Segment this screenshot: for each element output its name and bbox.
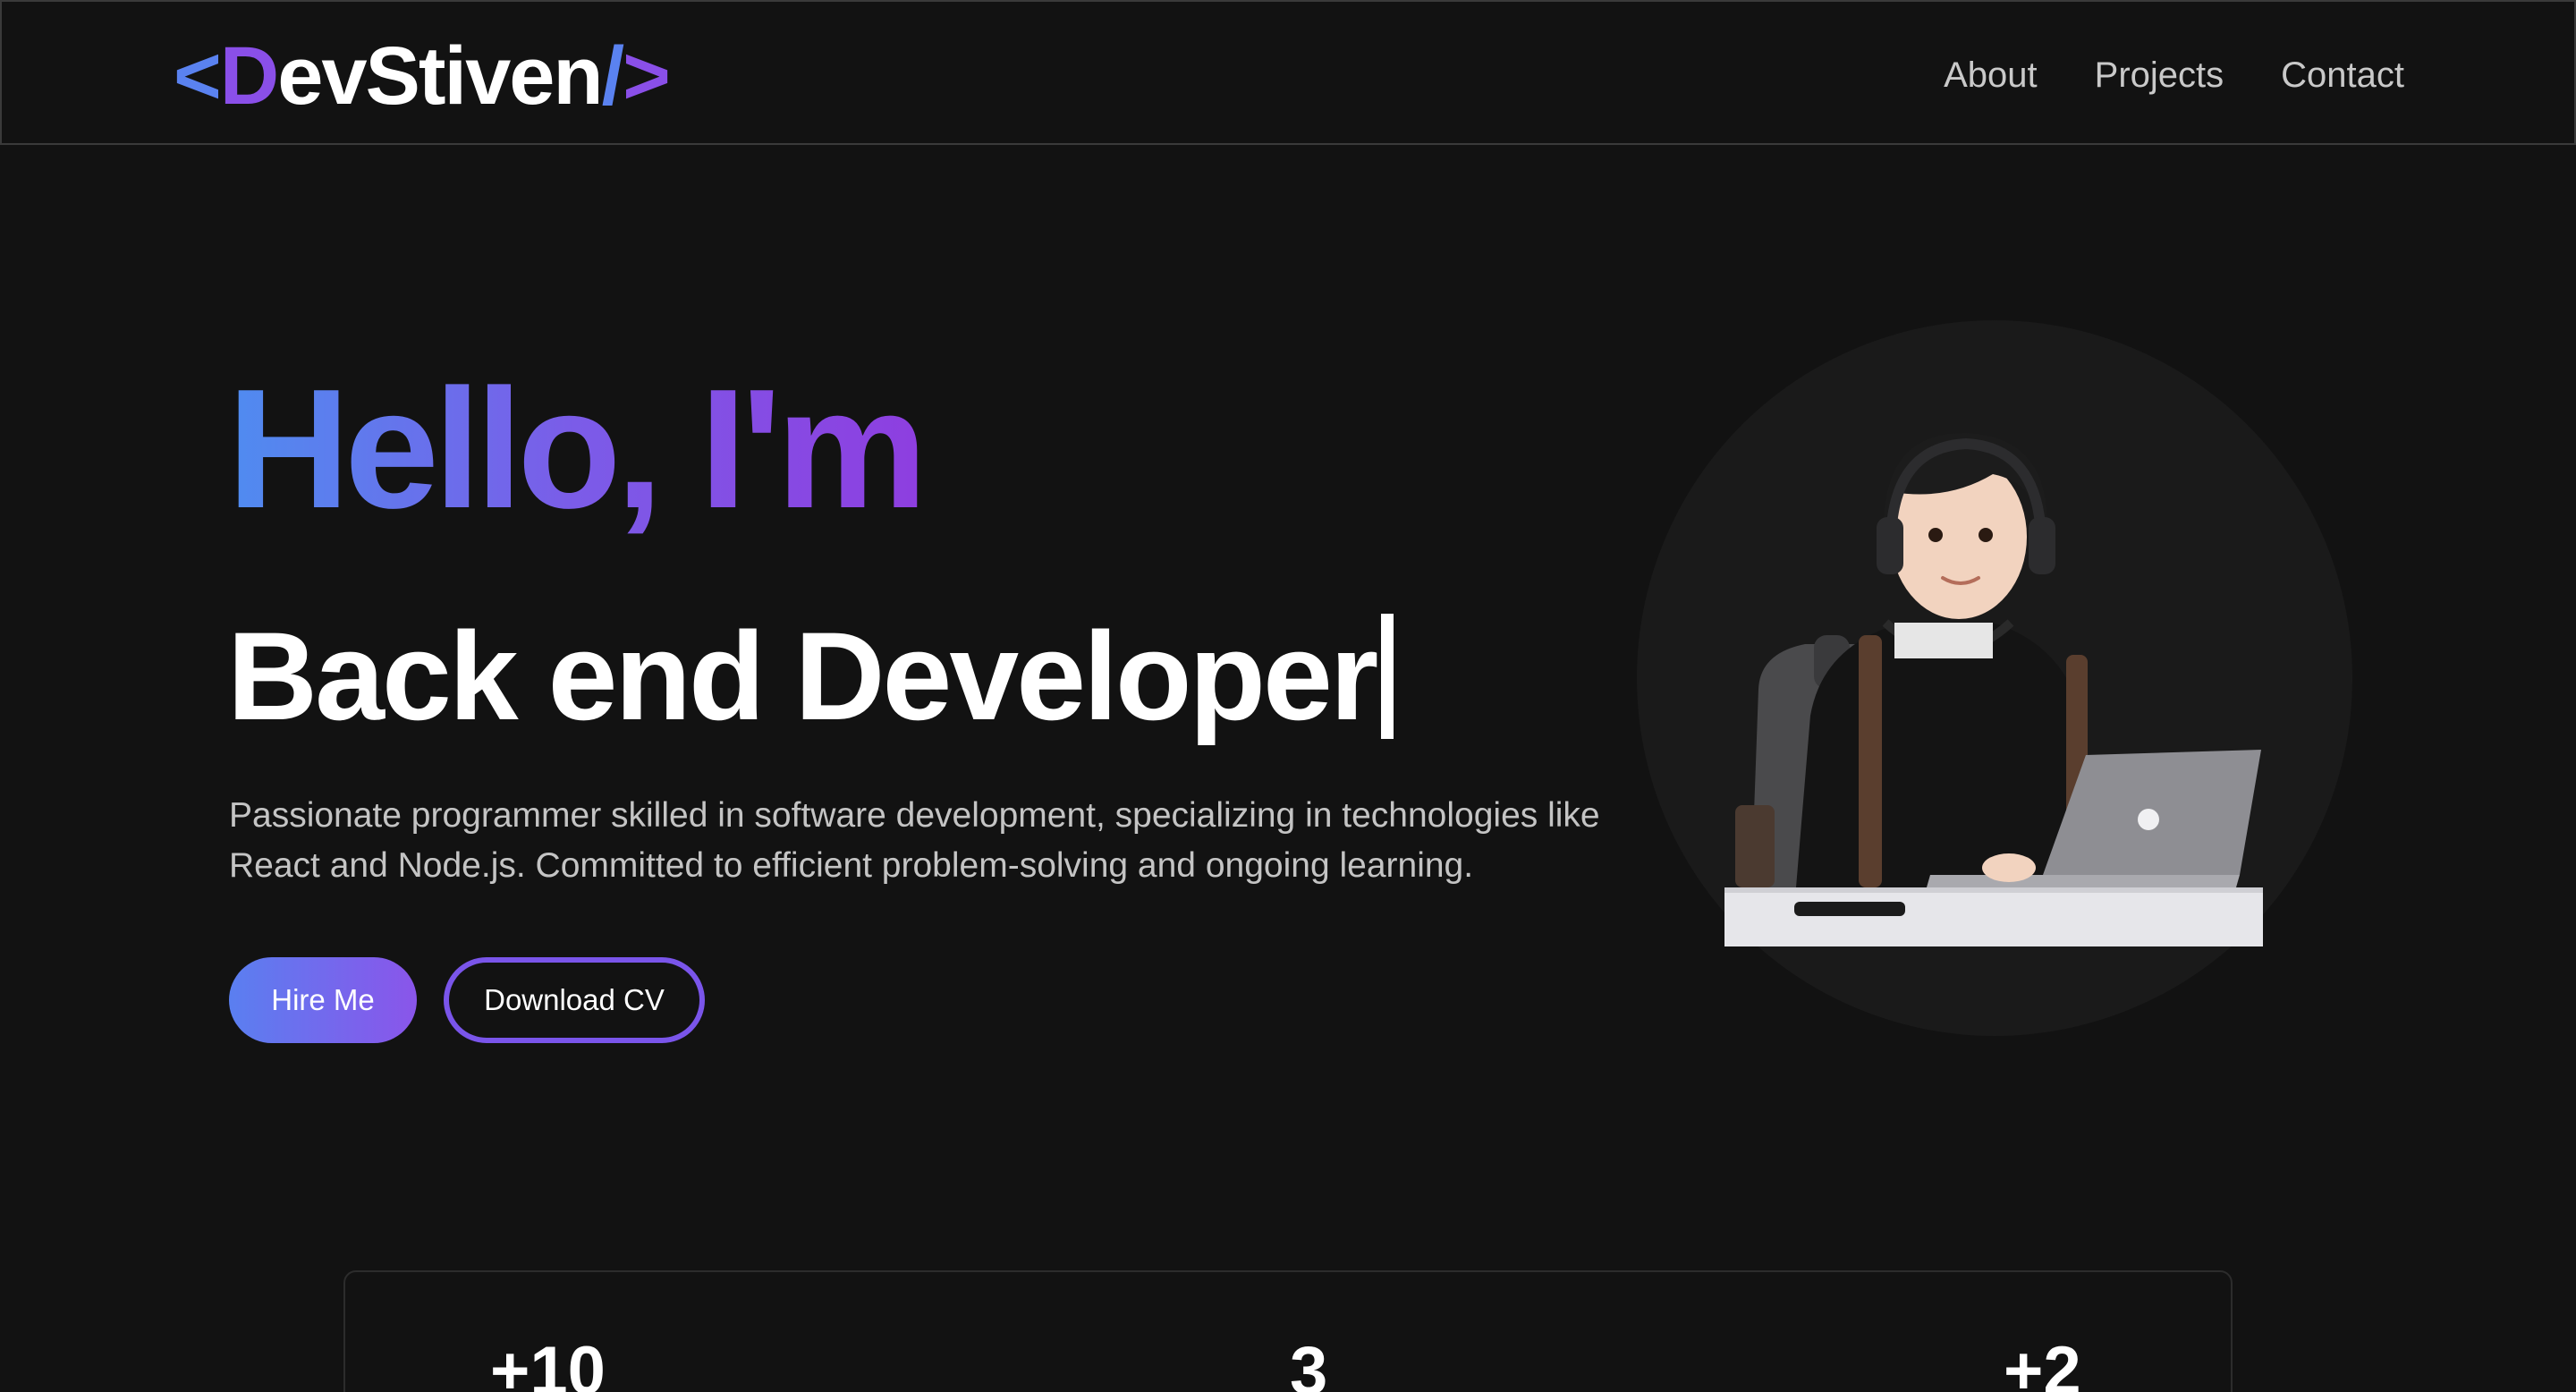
- logo-name: evStiven: [277, 30, 603, 122]
- logo-bracket-open: <: [174, 30, 222, 122]
- nav-link-projects[interactable]: Projects: [2095, 50, 2224, 100]
- typing-cursor: [1381, 614, 1394, 739]
- logo-accent-letter: D: [219, 30, 279, 122]
- developer-avatar-illustration: [1724, 432, 2263, 946]
- hero-description: Passionate programmer skilled in softwar…: [229, 796, 1600, 885]
- nav-link-about[interactable]: About: [1944, 50, 2038, 100]
- logo-slash: /: [601, 30, 625, 122]
- site-header: <DevStiven/> About Projects Contact: [0, 0, 2576, 145]
- hero-role-text: Back end Developer: [227, 606, 1378, 746]
- nav-link-contact[interactable]: Contact: [2281, 50, 2404, 100]
- stat-value: 3: [1290, 1333, 1328, 1392]
- logo-bracket-close: >: [623, 30, 671, 122]
- hero-greeting: Hello, I'm: [227, 351, 928, 547]
- hero-role: Back end Developer: [227, 605, 1394, 748]
- portfolio-page: <DevStiven/> About Projects Contact Hell…: [0, 0, 2576, 1392]
- stats-card: +10 3 +2: [343, 1270, 2233, 1392]
- site-logo[interactable]: <DevStiven/>: [174, 27, 671, 125]
- download-cv-button[interactable]: Download CV: [444, 957, 705, 1043]
- main-nav: About Projects Contact: [1944, 50, 2404, 100]
- hire-me-button[interactable]: Hire Me: [229, 957, 417, 1043]
- stat-value: +10: [490, 1333, 606, 1392]
- stat-value: +2: [2004, 1333, 2081, 1392]
